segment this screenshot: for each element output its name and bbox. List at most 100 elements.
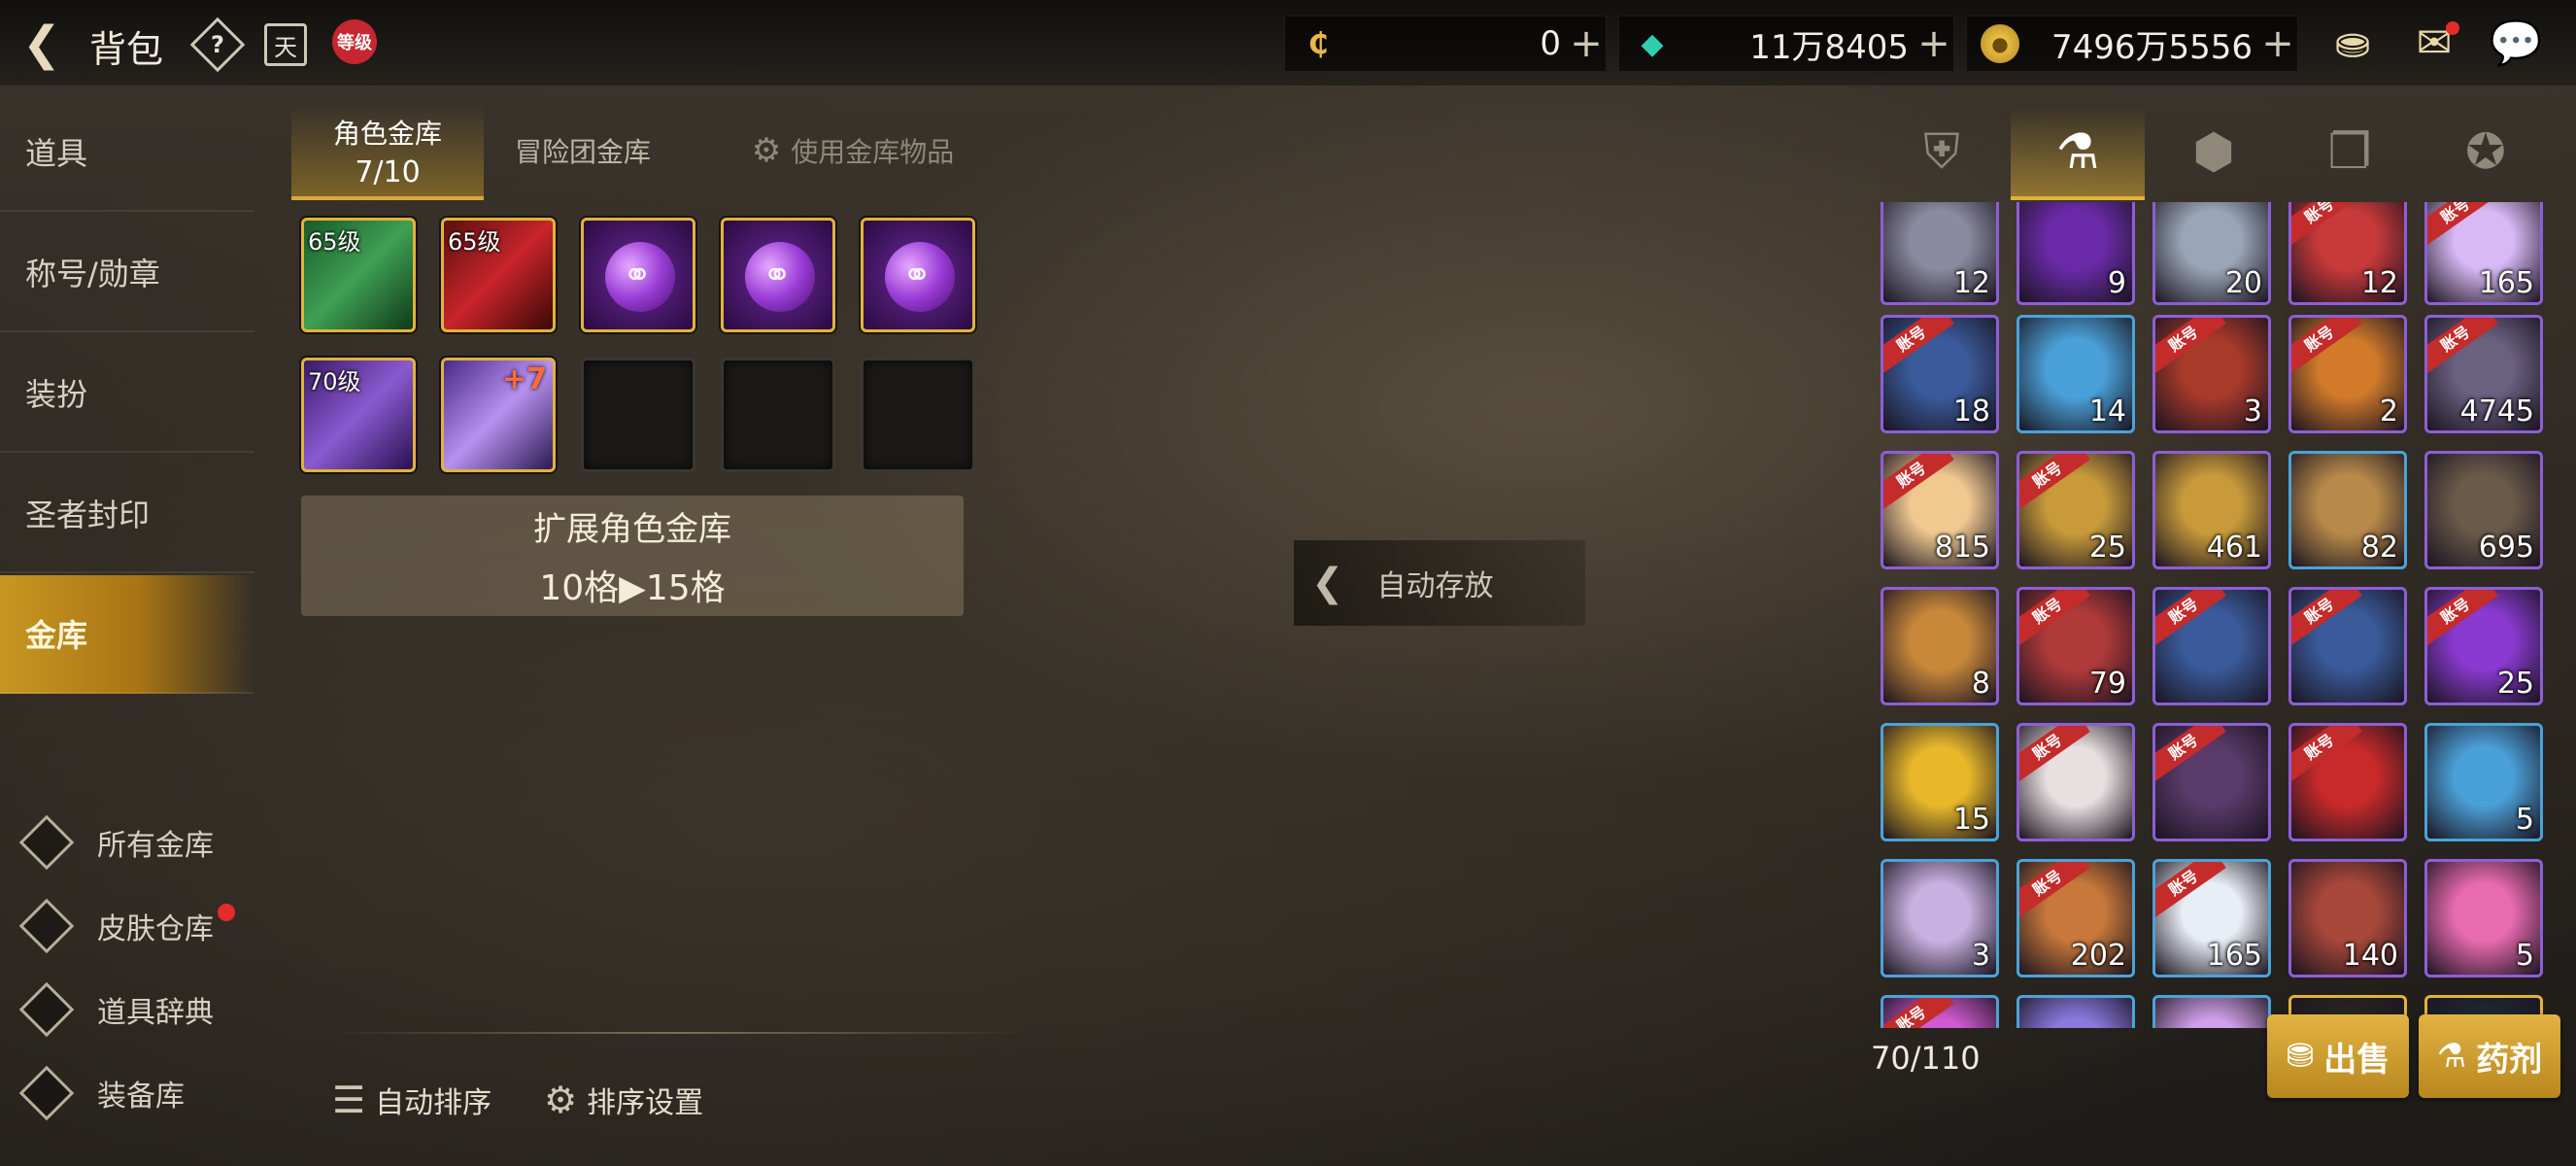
inventory-item[interactable]: 账号 18 [1881,315,1999,433]
chat-icon[interactable]: 💬 [2489,16,2543,70]
item-count: 165 [2478,266,2534,300]
inventory-item[interactable]: 12 [1881,202,1999,305]
item-level: 65级 [448,228,501,256]
skin-storage-button[interactable]: 皮肤仓库 [18,892,256,960]
item-count: 461 [2206,531,2262,565]
cards-icon: ❐ [2327,123,2372,180]
inventory-item[interactable]: 账号 815 [1881,451,1999,569]
inventory-item[interactable]: 账号 [2152,587,2271,705]
inventory-item[interactable]: 账号 [2152,723,2271,841]
tab-character-vault[interactable]: 角色金库 7/10 [291,105,484,200]
tab-special[interactable]: ✪ [2419,107,2553,196]
level-lock-icon[interactable]: 等级 [332,19,377,64]
inventory-item[interactable]: 20 [2152,202,2271,305]
enhance-level: +7 [501,362,547,396]
sort-settings-button[interactable]: ⚙ 排序设置 [544,1071,703,1129]
sidebar-item-label: 圣者封印 [25,497,151,533]
inventory-item[interactable] [2152,995,2271,1028]
account-bound-tag: 账号 [2155,726,2226,782]
inventory-item[interactable] [2017,995,2135,1028]
gold-value: 7496万5556 [2051,27,2253,67]
vault-slot[interactable]: 70级 [301,358,416,472]
use-vault-items-button[interactable]: ⚙ 使用金库物品 [727,105,979,196]
auto-store-label: 自动存放 [1376,569,1494,603]
inventory-item[interactable]: 账号 [1881,995,1999,1028]
inventory-item[interactable]: 账号 [2288,723,2407,841]
inventory-item[interactable]: 140 [2288,859,2407,977]
inventory-item[interactable]: 695 [2424,451,2543,569]
vault-slot[interactable] [861,218,975,332]
inventory-item[interactable]: 15 [1881,723,1999,841]
inventory-item[interactable]: 9 [2017,202,2135,305]
shop-icon[interactable]: ⛂ [2325,16,2380,70]
vault-slot[interactable]: 65级 [441,218,556,332]
vault-slot-empty[interactable] [721,358,835,472]
inventory-item[interactable]: 82 [2288,451,2407,569]
all-vaults-button[interactable]: 所有金库 [18,808,256,876]
equipment-storage-button[interactable]: 装备库 [18,1059,256,1127]
tab-materials[interactable]: ⬢ [2147,107,2281,196]
level-badge-text: 等级 [337,33,372,53]
add-crystal-button[interactable]: + [1915,21,1953,66]
inventory-item[interactable]: 账号 [2017,723,2135,841]
inventory-item[interactable]: 账号 25 [2017,451,2135,569]
inventory-item[interactable]: 5 [2424,723,2543,841]
item-count: 3 [2243,394,2262,429]
potion-label: 药剂 [2476,1040,2543,1080]
sidebar-item-seal[interactable]: 圣者封印 [0,455,254,573]
inventory-item[interactable]: 5 [2424,859,2543,977]
add-gold-button[interactable]: + [2258,21,2297,66]
tab-consumables[interactable]: ⚗ [2011,107,2145,200]
inventory-item[interactable]: 账号 [2288,587,2407,705]
account-bound-tag: 账号 [2427,318,2498,374]
sidebar-item-costume[interactable]: 装扮 [0,334,254,453]
equipment-storage-label: 装备库 [97,1080,185,1114]
tab-cards[interactable]: ❐ [2283,107,2417,196]
vault-slot-empty[interactable] [581,358,695,472]
vault-slot[interactable] [721,218,835,332]
vault-icon [18,814,75,871]
auto-sort-button[interactable]: ☰ 自动排序 [332,1071,491,1129]
help-icon[interactable]: ? [189,17,246,73]
item-dictionary-button[interactable]: 道具辞典 [18,976,256,1044]
inventory-item[interactable]: 账号 4745 [2424,315,2543,433]
inventory-item[interactable]: 账号 3 [2152,315,2271,433]
inventory-item[interactable]: 8 [1881,587,1999,705]
inventory-item[interactable]: 账号 79 [2017,587,2135,705]
sort-icon: ☰ [332,1079,366,1121]
vault-slot-empty[interactable] [861,358,975,472]
back-arrow-icon[interactable]: ❮ [16,17,68,71]
mail-icon[interactable]: ✉ [2407,16,2461,70]
inventory-item[interactable]: 账号 25 [2424,587,2543,705]
mail-notification-dot [2446,21,2459,35]
vault-slot[interactable]: +7 [441,358,556,472]
account-bound-tag: 账号 [2291,318,2362,374]
inventory-item[interactable]: 账号 165 [2424,202,2543,305]
inventory-item[interactable]: 14 [2017,315,2135,433]
account-bound-tag: 账号 [2019,862,2090,918]
expand-vault-button[interactable]: 扩展角色金库 10格▶15格 [301,496,964,616]
inventory-item[interactable]: 账号 2 [2288,315,2407,433]
inventory-item[interactable]: 账号 202 [2017,859,2135,977]
sidebar-item-items[interactable]: 道具 [0,93,254,212]
account-bound-tag: 账号 [1883,998,1954,1028]
item-count: 3 [1971,939,1990,973]
sidebar-item-titles[interactable]: 称号/勋章 [0,214,254,332]
sidebar-item-vault[interactable]: 金库 [0,575,254,694]
tab-equipment[interactable]: ⛨ [1875,107,2009,196]
inventory-item[interactable]: 461 [2152,451,2271,569]
auto-store-button[interactable]: ❮ 自动存放 [1294,540,1585,626]
inventory-item[interactable]: 账号 12 [2288,202,2407,305]
item-count: 815 [1934,531,1990,565]
inventory-item[interactable]: 账号 165 [2152,859,2271,977]
potion-button[interactable]: ⚗ 药剂 [2419,1014,2560,1098]
inventory-item[interactable]: 3 [1881,859,1999,977]
tab-adventure-vault[interactable]: 冒险团金库 [495,105,670,196]
add-c-coin-button[interactable]: + [1567,21,1606,66]
inventory-grid[interactable]: 12 9 20 账号 12 账号 165 账号 18 14 账号 3 账号 2 账号 4745 账号 815 账号 2… [1873,202,2553,1028]
vault-slot[interactable] [581,218,695,332]
vault-slot[interactable]: 65级 [301,218,416,332]
calendar-icon[interactable]: 天 [264,23,307,66]
tab-label: 使用金库物品 [791,136,955,168]
sell-button[interactable]: ⛃ 出售 [2267,1014,2409,1098]
